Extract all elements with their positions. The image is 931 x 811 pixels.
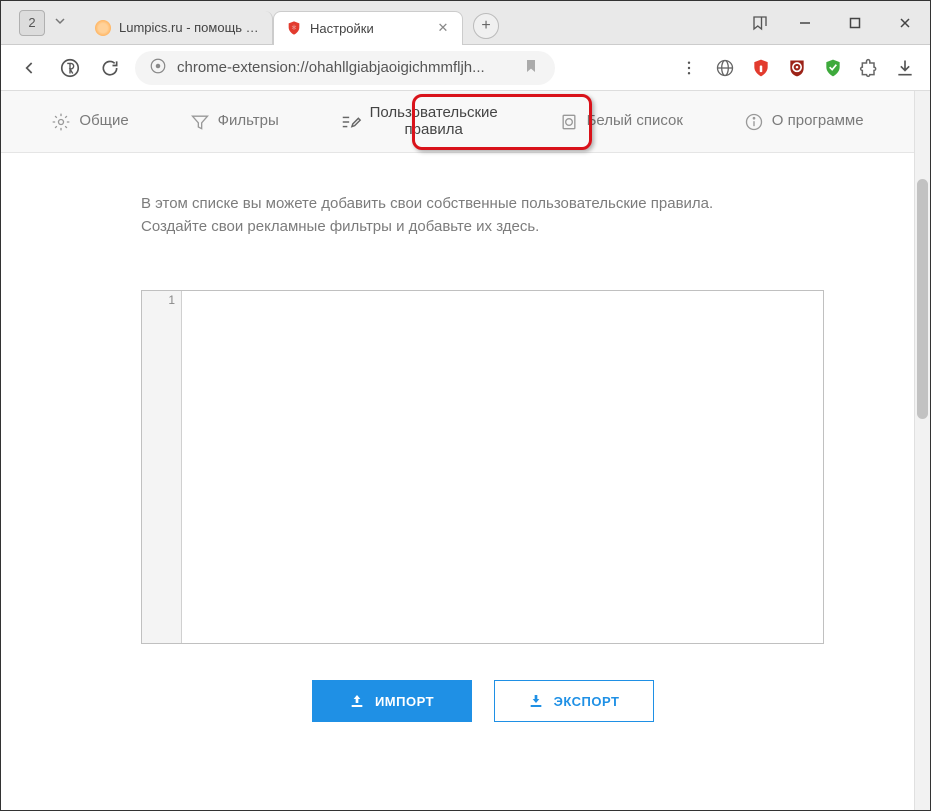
nav-label: Фильтры (218, 113, 279, 130)
tab-settings[interactable]: Настройки ✕ (273, 11, 463, 45)
menu-dots-icon[interactable] (678, 57, 700, 79)
tab-title: Настройки (310, 21, 428, 36)
browser-title-bar: 2 Lumpics.ru - помощь с ком Настройки ✕ … (1, 1, 930, 45)
line-number: 1 (142, 293, 175, 307)
nav-general[interactable]: Общие (39, 106, 140, 138)
bookmarks-icon[interactable] (740, 1, 780, 45)
new-tab-button[interactable]: + (473, 13, 499, 39)
site-info-icon[interactable] (149, 57, 167, 79)
page-description: В этом списке вы можете добавить свои со… (141, 193, 721, 238)
page-content: Общие Фильтры Пользовательские правила (1, 91, 930, 810)
lumpics-favicon-icon (95, 20, 111, 36)
editor-body[interactable] (182, 291, 823, 643)
close-icon[interactable]: ✕ (436, 20, 450, 36)
tab-counter[interactable]: 2 (19, 10, 45, 36)
adguard-favicon-icon (286, 20, 302, 36)
chevron-down-icon (55, 16, 65, 26)
buttons-row: ИМПОРТ ЭКСПОРТ (141, 680, 824, 722)
rules-editor[interactable]: 1 (141, 290, 824, 644)
tab-title: Lumpics.ru - помощь с ком (119, 20, 260, 35)
nav-label: О программе (772, 113, 864, 130)
page-body: В этом списке вы можете добавить свои со… (1, 153, 914, 742)
minimize-button[interactable] (780, 1, 830, 45)
editor-gutter: 1 (142, 291, 182, 643)
gear-icon (51, 112, 71, 132)
ublock-icon[interactable] (786, 57, 808, 79)
scrollbar[interactable] (914, 91, 930, 810)
address-bar: chrome-extension://ohahllgiabjaoigichmmf… (1, 45, 930, 91)
nav-label: Белый список (587, 113, 683, 130)
yandex-home-button[interactable] (55, 53, 85, 83)
nav-label: Пользовательские правила (370, 105, 498, 138)
reload-button[interactable] (95, 53, 125, 83)
close-window-button[interactable] (880, 1, 930, 45)
nav-about[interactable]: О программе (732, 106, 876, 138)
shield-green-icon[interactable] (822, 57, 844, 79)
settings-nav: Общие Фильтры Пользовательские правила (1, 91, 914, 153)
back-button[interactable] (15, 53, 45, 83)
upload-icon (349, 693, 365, 709)
tab-lumpics[interactable]: Lumpics.ru - помощь с ком (83, 11, 273, 45)
globe-icon[interactable] (714, 57, 736, 79)
nav-whitelist[interactable]: Белый список (547, 106, 695, 138)
edit-list-icon (340, 111, 362, 133)
extension-icon[interactable] (858, 57, 880, 79)
import-button[interactable]: ИМПОРТ (312, 680, 472, 722)
whitelist-icon (559, 112, 579, 132)
tab-dropdown[interactable] (49, 10, 71, 35)
funnel-icon (190, 112, 210, 132)
url-field[interactable]: chrome-extension://ohahllgiabjaoigichmmf… (135, 51, 555, 85)
maximize-button[interactable] (830, 1, 880, 45)
info-icon (744, 112, 764, 132)
button-label: ИМПОРТ (375, 694, 434, 709)
nav-filters[interactable]: Фильтры (178, 106, 291, 138)
nav-label: Общие (79, 113, 128, 130)
bookmark-icon[interactable] (523, 58, 541, 78)
url-text: chrome-extension://ohahllgiabjaoigichmmf… (177, 59, 513, 76)
shield-red-icon[interactable] (750, 57, 772, 79)
button-label: ЭКСПОРТ (554, 694, 620, 709)
nav-user-rules[interactable]: Пользовательские правила (328, 99, 510, 144)
download-icon (528, 693, 544, 709)
export-button[interactable]: ЭКСПОРТ (494, 680, 654, 722)
downloads-icon[interactable] (894, 57, 916, 79)
